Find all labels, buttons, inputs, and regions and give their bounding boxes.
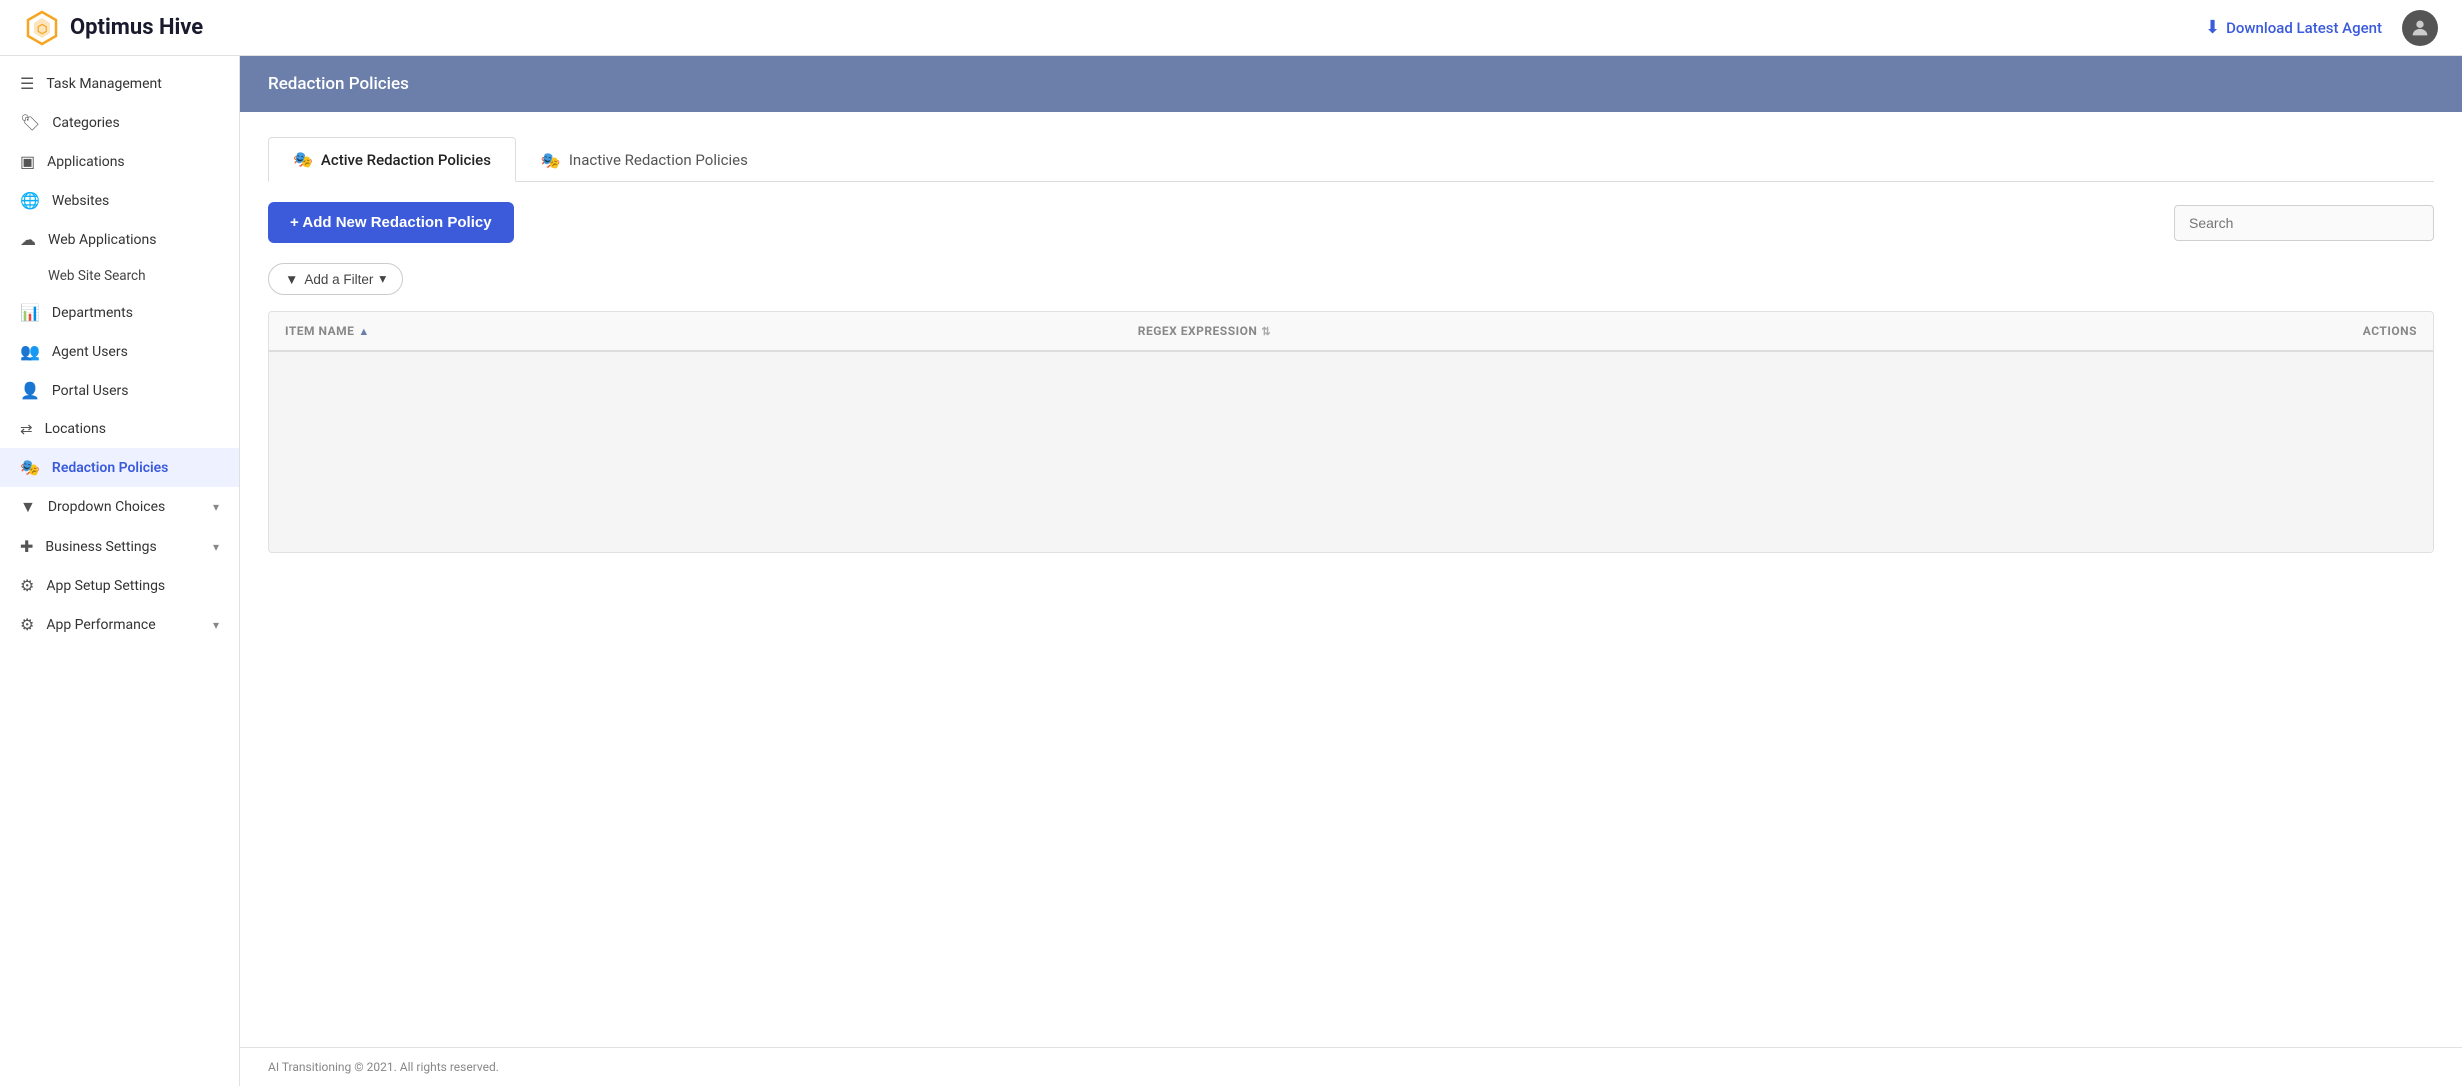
chevron-down-icon: ▾	[213, 540, 219, 554]
redaction-policies-icon: 🎭	[20, 458, 40, 477]
sidebar-item-label: Business Settings	[45, 539, 201, 555]
sort-dual-icon: ⇅	[1261, 325, 1271, 338]
column-label: ITEM NAME	[285, 324, 354, 338]
brand-name: Optimus Hive	[70, 15, 203, 40]
sidebar-item-categories[interactable]: 🏷 Categories	[0, 103, 239, 142]
column-label: REGEX EXPRESSION	[1138, 324, 1258, 338]
app-performance-icon: ⚙	[20, 615, 34, 634]
websites-icon: 🌐	[20, 191, 40, 210]
locations-icon: ⇄	[20, 420, 33, 438]
web-applications-icon: ☁	[20, 230, 36, 249]
filter-button-label: Add a Filter	[304, 272, 373, 287]
chevron-down-icon: ▾	[213, 618, 219, 632]
search-input[interactable]	[2174, 205, 2434, 241]
sidebar-item-label: Websites	[52, 193, 219, 209]
sidebar-item-label: Agent Users	[52, 344, 219, 360]
column-header-actions: ACTIONS	[1991, 324, 2417, 338]
app-setup-settings-icon: ⚙	[20, 576, 34, 595]
sidebar-item-departments[interactable]: 📊 Departments	[0, 293, 239, 332]
agent-users-icon: 👥	[20, 342, 40, 361]
filter-chevron-icon: ▾	[379, 271, 386, 287]
content-body: 🎭 Active Redaction Policies 🎭 Inactive R…	[240, 112, 2462, 1047]
sidebar-item-label: Categories	[52, 115, 219, 131]
tab-label: Active Redaction Policies	[321, 151, 491, 169]
active-tab-icon: 🎭	[293, 150, 313, 169]
sidebar-item-web-site-search[interactable]: Web Site Search	[0, 259, 239, 293]
sidebar-item-websites[interactable]: 🌐 Websites	[0, 181, 239, 220]
brand-logo-icon: ⬡	[24, 10, 60, 46]
table-header: ITEM NAME ▲ REGEX EXPRESSION ⇅ ACTIONS	[269, 312, 2433, 352]
applications-icon: ▣	[20, 152, 35, 171]
sidebar-item-label: Departments	[52, 305, 219, 321]
task-management-icon: ☰	[20, 74, 34, 93]
column-header-item-name[interactable]: ITEM NAME ▲	[285, 324, 1138, 338]
sidebar-item-app-setup-settings[interactable]: ⚙ App Setup Settings	[0, 566, 239, 605]
svg-text:⬡: ⬡	[37, 22, 47, 36]
sidebar-item-label: Portal Users	[52, 383, 219, 399]
nav-right: ⬇ Download Latest Agent	[2205, 10, 2438, 46]
sidebar-item-applications[interactable]: ▣ Applications	[0, 142, 239, 181]
sidebar-item-redaction-policies[interactable]: 🎭 Redaction Policies	[0, 448, 239, 487]
brand: ⬡ Optimus Hive	[24, 10, 203, 46]
add-new-redaction-policy-button[interactable]: + Add New Redaction Policy	[268, 202, 514, 243]
categories-icon: 🏷	[20, 113, 40, 132]
sidebar-item-agent-users[interactable]: 👥 Agent Users	[0, 332, 239, 371]
dropdown-choices-icon: ▼	[20, 497, 36, 517]
column-header-regex-expression[interactable]: REGEX EXPRESSION ⇅	[1138, 324, 1991, 338]
sidebar-item-label: Task Management	[46, 76, 219, 92]
top-navbar: ⬡ Optimus Hive ⬇ Download Latest Agent	[0, 0, 2462, 56]
tab-label: Inactive Redaction Policies	[569, 151, 748, 169]
sidebar-item-label: Web Applications	[48, 232, 219, 248]
footer-text: AI Transitioning © 2021. All rights rese…	[268, 1060, 499, 1074]
sidebar-item-locations[interactable]: ⇄ Locations	[0, 410, 239, 448]
filter-row: ▼ Add a Filter ▾	[268, 263, 2434, 295]
sort-asc-icon: ▲	[358, 325, 369, 338]
page-title: Redaction Policies	[268, 74, 409, 94]
page-header: Redaction Policies	[240, 56, 2462, 112]
business-settings-icon: ✚	[20, 537, 33, 556]
tab-inactive-redaction-policies[interactable]: 🎭 Inactive Redaction Policies	[516, 137, 773, 182]
sidebar-item-dropdown-choices[interactable]: ▼ Dropdown Choices ▾	[0, 487, 239, 527]
sidebar-item-portal-users[interactable]: 👤 Portal Users	[0, 371, 239, 410]
departments-icon: 📊	[20, 303, 40, 322]
sidebar-item-web-applications[interactable]: ☁ Web Applications	[0, 220, 239, 259]
sidebar-item-label: App Setup Settings	[46, 578, 219, 594]
sidebar-item-label: Web Site Search	[48, 268, 146, 284]
main-layout: ☰ Task Management 🏷 Categories ▣ Applica…	[0, 56, 2462, 1086]
download-icon: ⬇	[2205, 17, 2220, 38]
column-label: ACTIONS	[2363, 324, 2417, 338]
download-agent-link[interactable]: ⬇ Download Latest Agent	[2205, 17, 2382, 38]
sidebar-item-label: Redaction Policies	[52, 460, 219, 476]
portal-users-icon: 👤	[20, 381, 40, 400]
sidebar-item-label: Dropdown Choices	[48, 499, 201, 515]
sidebar-item-label: Locations	[45, 421, 219, 437]
table-empty-state	[269, 352, 2433, 552]
sidebar-item-label: Applications	[47, 154, 219, 170]
chevron-down-icon: ▾	[213, 500, 219, 514]
page-footer: AI Transitioning © 2021. All rights rese…	[240, 1047, 2462, 1086]
sidebar-item-task-management[interactable]: ☰ Task Management	[0, 64, 239, 103]
sidebar-item-business-settings[interactable]: ✚ Business Settings ▾	[0, 527, 239, 566]
filter-icon: ▼	[285, 272, 298, 287]
add-button-label: + Add New Redaction Policy	[290, 214, 492, 231]
download-label: Download Latest Agent	[2226, 19, 2382, 37]
table-container: ITEM NAME ▲ REGEX EXPRESSION ⇅ ACTIONS	[268, 311, 2434, 553]
tab-active-redaction-policies[interactable]: 🎭 Active Redaction Policies	[268, 137, 516, 182]
sidebar: ☰ Task Management 🏷 Categories ▣ Applica…	[0, 56, 240, 1086]
tabs-container: 🎭 Active Redaction Policies 🎭 Inactive R…	[268, 136, 2434, 182]
inactive-tab-icon: 🎭	[541, 151, 561, 170]
add-filter-button[interactable]: ▼ Add a Filter ▾	[268, 263, 403, 295]
toolbar-row: + Add New Redaction Policy	[268, 202, 2434, 243]
content-area: Redaction Policies 🎭 Active Redaction Po…	[240, 56, 2462, 1086]
sidebar-item-app-performance[interactable]: ⚙ App Performance ▾	[0, 605, 239, 644]
sidebar-item-label: App Performance	[46, 617, 201, 633]
user-avatar[interactable]	[2402, 10, 2438, 46]
